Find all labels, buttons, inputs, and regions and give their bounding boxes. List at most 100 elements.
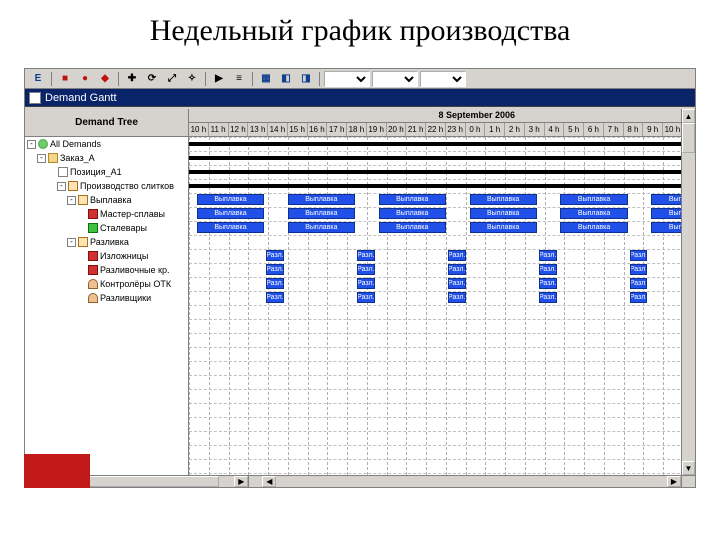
task-bar[interactable]: Выплавка [560,222,627,233]
toolbar-button-b2[interactable]: ■ [56,71,74,87]
tree-expander[interactable]: - [67,196,76,205]
hour-cell: 11 h [209,123,229,136]
task-bar[interactable]: Выплавка [379,208,446,219]
tree-row[interactable]: Контролёры ОТК [25,277,188,291]
toolbar-button-b1[interactable]: E [29,71,47,87]
toolbar-button-b11[interactable]: ▦ [257,71,275,87]
task-bar[interactable]: Разл. [630,278,648,289]
tree-row[interactable]: Сталевары [25,221,188,235]
tree-icon [88,251,98,261]
toolbar-button-b13[interactable]: ◨ [297,71,315,87]
toolbar-button-b10[interactable]: ≡ [230,71,248,87]
tree-column: Demand Tree -All Demands-Заказ_АПозиция_… [25,109,189,475]
tree-expander[interactable]: - [57,182,66,191]
toolbar-button-b4[interactable]: ◆ [96,71,114,87]
toolbar-button-b9[interactable]: ▶ [210,71,228,87]
toolbar-button-b7[interactable]: ⤢ [163,71,181,87]
toolbar-button-b12[interactable]: ◧ [277,71,295,87]
task-bar[interactable]: Выплавка [470,208,537,219]
scroll-left-button-2[interactable]: ◀ [262,476,276,487]
tree-row[interactable]: Позиция_А1 [25,165,188,179]
task-bar[interactable]: Разл. [266,250,284,261]
task-bar[interactable]: Разл. [448,292,466,303]
task-bar[interactable]: Выплавка [379,222,446,233]
hour-cell: 22 h [426,123,446,136]
task-bar[interactable]: Разл. [266,292,284,303]
toolbar-button-b3[interactable]: ● [76,71,94,87]
tree-icon [88,279,98,289]
task-bar[interactable]: Разл. [357,278,375,289]
task-bar[interactable]: Разл. [630,292,648,303]
horizontal-scrollbar[interactable]: ◀ ▶ ◀ ▶ [25,475,681,487]
gantt-row: Разл. Разл. Разл. Разл. Разл. [189,249,695,263]
tree-row[interactable]: Разливочные кр. [25,263,188,277]
task-bar[interactable]: Выплавка [560,194,627,205]
task-bar[interactable]: Разл. [630,264,648,275]
task-bar[interactable]: Выплавка [470,194,537,205]
tree-body: -All Demands-Заказ_АПозиция_А1-Производс… [25,137,188,475]
gantt-main: Demand Tree -All Demands-Заказ_АПозиция_… [25,109,695,475]
task-bar[interactable]: Разл. [539,264,557,275]
tree-icon [78,237,88,247]
task-bar[interactable]: Выплавка [470,222,537,233]
task-bar[interactable]: Разл. [357,250,375,261]
hour-cell: 10 h [189,123,209,136]
toolbar-button-b6[interactable]: ⟳ [143,71,161,87]
toolbar-combo-c2[interactable] [372,71,418,87]
tree-row[interactable]: Изложницы [25,249,188,263]
hour-cell: 12 h [229,123,249,136]
tree-expander[interactable]: - [37,154,46,163]
scroll-right-button[interactable]: ▶ [234,476,248,487]
task-bar[interactable]: Разл. [539,250,557,261]
summary-bar[interactable] [189,170,683,174]
vscroll-thumb[interactable] [682,123,695,153]
task-bar[interactable]: Разл. [448,250,466,261]
task-bar[interactable]: Разл. [539,292,557,303]
hscroll-track-2[interactable] [276,476,667,487]
tree-row[interactable]: -Производство слитков [25,179,188,193]
tree-label: Разливщики [100,293,151,303]
tree-row[interactable]: Разливщики [25,291,188,305]
hour-cell: 21 h [406,123,426,136]
summary-bar[interactable] [189,156,683,160]
task-bar[interactable]: Разл. [357,264,375,275]
scroll-up-button[interactable]: ▲ [682,109,695,123]
task-bar[interactable]: Выплавка [288,194,355,205]
tree-row[interactable]: -Выплавка [25,193,188,207]
task-bar[interactable]: Разл. [630,250,648,261]
task-bar[interactable]: Выплавка [197,194,264,205]
scroll-right-button-2[interactable]: ▶ [667,476,681,487]
task-bar[interactable]: Выплавка [288,208,355,219]
toolbar-combo-c1[interactable] [324,71,370,87]
task-bar[interactable]: Разл. [357,292,375,303]
task-bar[interactable]: Выплавка [560,208,627,219]
task-bar[interactable]: Разл. [448,264,466,275]
hour-cell: 9 h [643,123,663,136]
scroll-down-button[interactable]: ▼ [682,461,695,475]
task-bar[interactable]: Выплавка [197,222,264,233]
summary-bar[interactable] [189,184,683,188]
hour-cell: 6 h [584,123,604,136]
task-bar[interactable]: Выплавка [197,208,264,219]
task-bar[interactable]: Разл. [448,278,466,289]
toolbar-button-b5[interactable]: ✚ [123,71,141,87]
slide-decor-block [24,454,90,488]
tree-expander[interactable]: - [27,140,36,149]
tree-row[interactable]: Мастер-сплавы [25,207,188,221]
summary-bar[interactable] [189,142,683,146]
panel-icon [29,92,41,104]
task-bar[interactable]: Разл. [266,278,284,289]
tree-expander[interactable]: - [67,238,76,247]
tree-row[interactable]: -Заказ_А [25,151,188,165]
chart-column: 8 September 2006 10 h11 h12 h13 h14 h15 … [189,109,695,475]
tree-row[interactable]: -All Demands [25,137,188,151]
toolbar-combo-c3[interactable] [420,71,466,87]
task-bar[interactable]: Выплавка [379,194,446,205]
tree-row[interactable]: -Разливка [25,235,188,249]
toolbar-button-b8[interactable]: ✧ [183,71,201,87]
vertical-scrollbar[interactable]: ▲ ▼ [681,109,695,475]
chart-body[interactable]: Выплавка Выплавка Выплавка Выплавка Выплавка… [189,137,695,475]
task-bar[interactable]: Разл. [539,278,557,289]
task-bar[interactable]: Разл. [266,264,284,275]
task-bar[interactable]: Выплавка [288,222,355,233]
